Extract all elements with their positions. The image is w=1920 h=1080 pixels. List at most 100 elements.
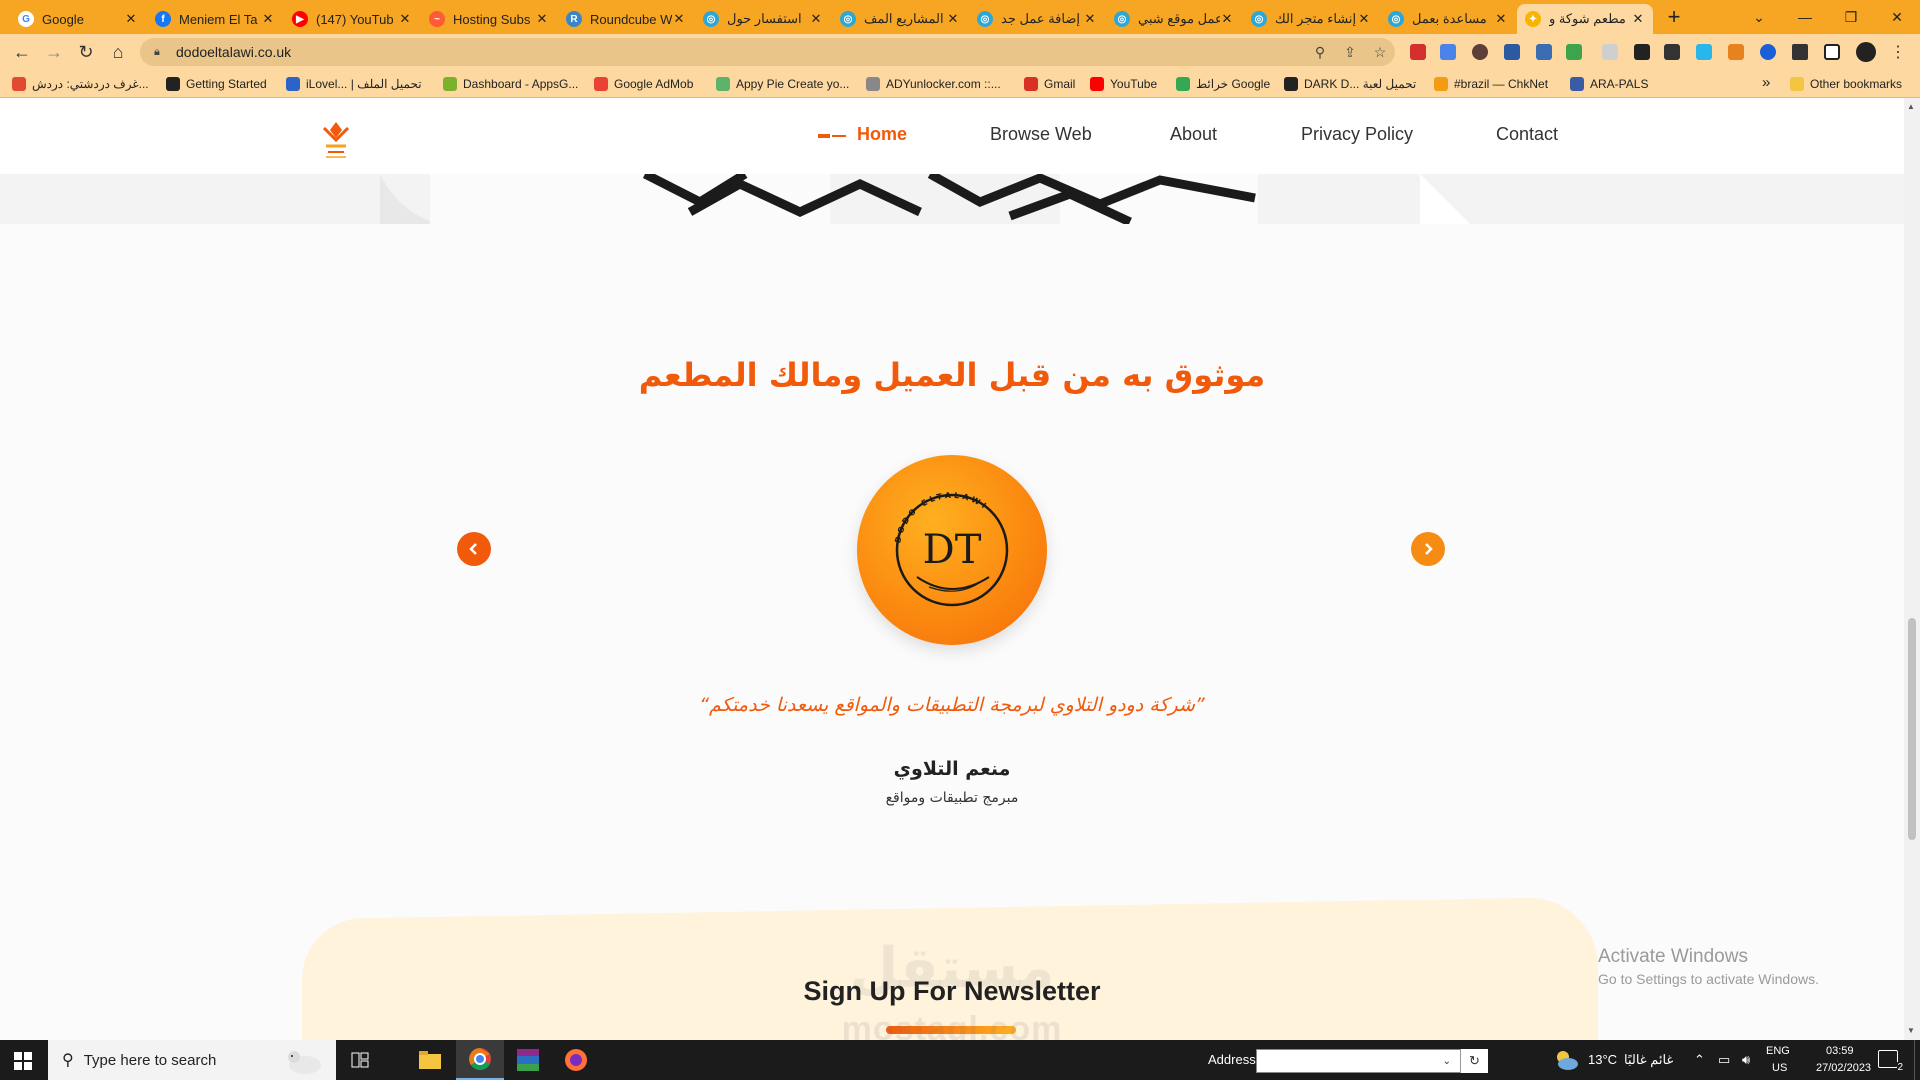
close-window-button[interactable]: ✕: [1874, 0, 1920, 34]
bookmark-item[interactable]: iLovel... | تحميل الملف: [286, 76, 422, 92]
address-bar[interactable]: 🔒︎ dodoeltalawi.co.uk ⚲ ⇪ ☆: [140, 38, 1395, 66]
nav-about[interactable]: About: [1170, 124, 1217, 145]
bookmark-item[interactable]: Appy Pie Create yo...: [716, 76, 849, 92]
language-indicator-bottom[interactable]: US: [1772, 1062, 1787, 1074]
clock-date[interactable]: 27/02/2023: [1816, 1062, 1871, 1074]
back-icon[interactable]: ←: [10, 40, 34, 64]
browser-tab[interactable]: ◎ عمل موقع شبي ✕: [1106, 4, 1242, 34]
language-indicator-top[interactable]: ENG: [1766, 1045, 1790, 1057]
nav-privacy-policy[interactable]: Privacy Policy: [1301, 124, 1413, 145]
nav-browse-web[interactable]: Browse Web: [990, 124, 1092, 145]
scroll-down-icon[interactable]: ▼: [1907, 1026, 1915, 1035]
tab-close-icon[interactable]: ✕: [672, 11, 686, 27]
carousel-prev-button[interactable]: [457, 532, 491, 566]
browser-tab[interactable]: f Meniem El Ta ✕: [147, 4, 283, 34]
tab-close-icon[interactable]: ✕: [124, 11, 138, 27]
bookmark-item[interactable]: Gmail: [1024, 76, 1075, 92]
share-icon[interactable]: ⇪: [1335, 44, 1365, 61]
tab-search-button[interactable]: ⌄: [1736, 0, 1782, 34]
bookmark-item[interactable]: Dashboard - AppsG...: [443, 76, 578, 92]
pdf-extension-icon[interactable]: [1410, 44, 1426, 60]
chevron-down-icon[interactable]: ⌄: [1443, 1056, 1451, 1067]
currency-extension-icon[interactable]: [1566, 44, 1582, 60]
zoom-icon[interactable]: ⚲: [1305, 44, 1335, 61]
puzzle-extensions-icon[interactable]: [1792, 44, 1808, 60]
new-tab-button[interactable]: +: [1660, 4, 1688, 32]
bookmark-star-icon[interactable]: ☆: [1365, 44, 1395, 61]
network-extension-icon[interactable]: [1536, 44, 1552, 60]
scrollbar-thumb[interactable]: [1908, 618, 1916, 840]
vpn-extension-icon[interactable]: [1634, 44, 1650, 60]
reload-icon[interactable]: ↻: [74, 40, 98, 64]
address-toolbar-input[interactable]: ⌄: [1256, 1049, 1488, 1073]
page-scrollbar[interactable]: ▲ ▼: [1904, 98, 1920, 1040]
file-explorer-icon[interactable]: [406, 1040, 454, 1080]
tab-close-icon[interactable]: ✕: [398, 11, 412, 27]
bookmark-item[interactable]: #brazil — ChkNet: [1434, 76, 1548, 92]
bookmark-item[interactable]: ADYunlocker.com ::...: [866, 76, 1001, 92]
browser-tab[interactable]: ◎ مساعدة بعمل ✕: [1380, 4, 1516, 34]
tab-close-icon[interactable]: ✕: [1220, 11, 1234, 27]
tab-close-icon[interactable]: ✕: [1494, 11, 1508, 27]
restore-button[interactable]: ❐: [1828, 0, 1874, 34]
weather-description[interactable]: غائم غالبًا: [1624, 1052, 1673, 1068]
task-view-icon[interactable]: [336, 1040, 384, 1080]
forward-icon[interactable]: →: [42, 40, 66, 64]
url-text[interactable]: dodoeltalawi.co.uk: [176, 44, 1305, 60]
bookmark-item[interactable]: YouTube: [1090, 76, 1157, 92]
network-icon[interactable]: ▭: [1718, 1052, 1730, 1068]
tab-close-icon[interactable]: ✕: [946, 11, 960, 27]
windows-start-icon[interactable]: [14, 1052, 32, 1070]
bookmark-item[interactable]: Getting Started: [166, 76, 267, 92]
bookmark-item[interactable]: غرف دردشتي: دردش...: [12, 76, 149, 92]
browser-tab[interactable]: ◎ المشاريع المف ✕: [832, 4, 968, 34]
metamask-extension-icon[interactable]: [1728, 44, 1744, 60]
bookmark-item[interactable]: DARK D... تحميل لعبة: [1284, 76, 1416, 92]
bookmark-item[interactable]: ARA-PALS: [1570, 76, 1648, 92]
firefox-taskbar-icon[interactable]: [552, 1040, 600, 1080]
tab-close-icon[interactable]: ✕: [261, 11, 275, 27]
menu-icon[interactable]: ⋮: [1886, 40, 1910, 64]
shield-extension-icon[interactable]: [1504, 44, 1520, 60]
tab-close-icon[interactable]: ✕: [1083, 11, 1097, 27]
weather-temperature[interactable]: 13°C: [1588, 1052, 1617, 1067]
volume-icon[interactable]: 🔊︎: [1742, 1052, 1750, 1068]
tab-close-icon[interactable]: ✕: [1357, 11, 1371, 27]
weather-cloud-icon[interactable]: [1553, 1049, 1579, 1071]
chrome-taskbar-icon[interactable]: [456, 1040, 504, 1080]
incognito-extension-icon[interactable]: [1664, 44, 1680, 60]
browser-tab[interactable]: R Roundcube W ✕: [558, 4, 694, 34]
nav-home[interactable]: Home: [857, 124, 907, 145]
notification-center-icon[interactable]: 2: [1878, 1050, 1903, 1073]
bookmark-item[interactable]: خرائط Google: [1176, 76, 1270, 92]
show-desktop-button[interactable]: [1914, 1040, 1920, 1080]
browser-tab[interactable]: G Google ✕: [10, 4, 146, 34]
browser-tab[interactable]: ◎ إنشاء متجر الك ✕: [1243, 4, 1379, 34]
player-extension-icon[interactable]: [1760, 44, 1776, 60]
minimize-button[interactable]: —: [1782, 0, 1828, 34]
bookmark-item[interactable]: Google AdMob: [594, 76, 693, 92]
tray-chevron-up-icon[interactable]: ⌃: [1694, 1052, 1705, 1068]
taskbar-search-box[interactable]: ⚲ Type here to search: [48, 1040, 336, 1080]
bookmarks-overflow-button[interactable]: »: [1762, 74, 1770, 91]
browser-tab[interactable]: ▶ (147) YouTub ✕: [284, 4, 420, 34]
security-extension-icon[interactable]: [1602, 44, 1618, 60]
profile-avatar[interactable]: [1856, 42, 1876, 62]
browser-tab[interactable]: ◎ استفسار حول ✕: [695, 4, 831, 34]
side-panel-icon[interactable]: [1824, 44, 1840, 60]
translate-extension-icon[interactable]: [1440, 44, 1456, 60]
tab-close-icon[interactable]: ✕: [1631, 11, 1645, 27]
v-extension-icon[interactable]: [1696, 44, 1712, 60]
address-refresh-icon[interactable]: ↻: [1460, 1049, 1488, 1073]
other-bookmarks-folder[interactable]: Other bookmarks: [1790, 76, 1902, 92]
carousel-next-button[interactable]: [1411, 532, 1445, 566]
tab-close-icon[interactable]: ✕: [809, 11, 823, 27]
winrar-taskbar-icon[interactable]: [504, 1040, 552, 1080]
scroll-up-icon[interactable]: ▲: [1907, 102, 1915, 111]
clock-time[interactable]: 03:59: [1826, 1045, 1854, 1057]
browser-tab[interactable]: ~ Hosting Subs ✕: [421, 4, 557, 34]
browser-tab[interactable]: ✦ مطعم شوكة و ✕: [1517, 4, 1653, 34]
cookie-extension-icon[interactable]: [1472, 44, 1488, 60]
browser-tab[interactable]: ◎ إضافة عمل جد ✕: [969, 4, 1105, 34]
tab-close-icon[interactable]: ✕: [535, 11, 549, 27]
